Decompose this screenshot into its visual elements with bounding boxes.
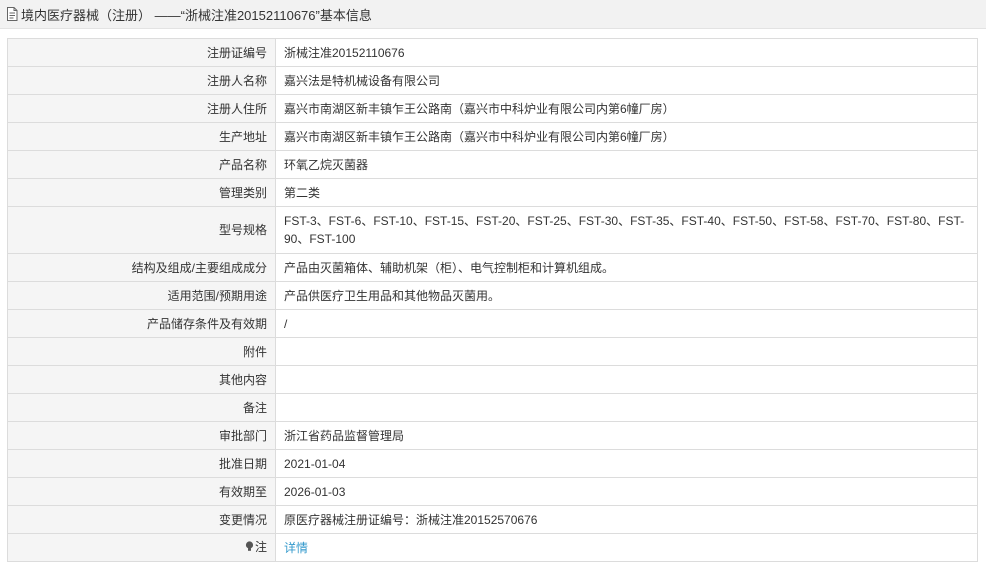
row-value-registrant-name: 嘉兴法是特机械设备有限公司 xyxy=(275,66,978,95)
row-label-management-category: 管理类别 xyxy=(7,178,276,207)
row-value-structure: 产品由灭菌箱体、辅助机架（柜）、电气控制柜和计算机组成。 xyxy=(275,253,978,282)
details-link[interactable]: 详情 xyxy=(284,541,308,555)
row-value-management-category: 第二类 xyxy=(275,178,978,207)
table-row: 注 详情 xyxy=(7,533,978,562)
table-row: 产品名称 环氧乙烷灭菌器 xyxy=(7,150,978,179)
row-value-intended-use: 产品供医疗卫生用品和其他物品灭菌用。 xyxy=(275,281,978,310)
table-row: 生产地址 嘉兴市南湖区新丰镇乍王公路南（嘉兴市中科炉业有限公司内第6幢厂房） xyxy=(7,122,978,151)
table-row: 变更情况 原医疗器械注册证编号：浙械注准20152570676 xyxy=(7,505,978,534)
row-value-registration-number: 浙械注准20152110676 xyxy=(275,38,978,67)
table-row: 结构及组成/主要组成成分 产品由灭菌箱体、辅助机架（柜）、电气控制柜和计算机组成。 xyxy=(7,253,978,282)
table-row: 有效期至 2026-01-03 xyxy=(7,477,978,506)
row-label-intended-use: 适用范围/预期用途 xyxy=(7,281,276,310)
row-label-registrant-address: 注册人住所 xyxy=(7,94,276,123)
table-row: 注册证编号 浙械注准20152110676 xyxy=(7,38,978,67)
table-row: 注册人住所 嘉兴市南湖区新丰镇乍王公路南（嘉兴市中科炉业有限公司内第6幢厂房） xyxy=(7,94,978,123)
row-label-approval-dept: 审批部门 xyxy=(7,421,276,450)
table-row: 产品储存条件及有效期 / xyxy=(7,309,978,338)
row-label-remarks: 备注 xyxy=(7,393,276,422)
row-label-valid-until: 有效期至 xyxy=(7,477,276,506)
row-label-attachment: 附件 xyxy=(7,337,276,366)
note-label: 注 xyxy=(254,540,267,554)
row-label-approval-date: 批准日期 xyxy=(7,449,276,478)
row-value-storage: / xyxy=(275,309,978,338)
row-value-note: 详情 xyxy=(275,533,978,562)
table-row: 批准日期 2021-01-04 xyxy=(7,449,978,478)
row-label-registrant-name: 注册人名称 xyxy=(7,66,276,95)
row-value-remarks xyxy=(275,393,978,422)
row-value-approval-date: 2021-01-04 xyxy=(275,449,978,478)
row-value-other xyxy=(275,365,978,394)
table-row: 备注 xyxy=(7,393,978,422)
lightbulb-icon xyxy=(245,539,254,557)
table-row: 审批部门 浙江省药品监督管理局 xyxy=(7,421,978,450)
table-row: 型号规格 FST-3、FST-6、FST-10、FST-15、FST-20、FST… xyxy=(7,206,978,254)
row-value-model-spec: FST-3、FST-6、FST-10、FST-15、FST-20、FST-25、… xyxy=(275,206,978,254)
row-value-product-name: 环氧乙烷灭菌器 xyxy=(275,150,978,179)
info-table: 注册证编号 浙械注准20152110676 注册人名称 嘉兴法是特机械设备有限公司 … xyxy=(7,38,978,562)
row-label-note: 注 xyxy=(7,533,276,562)
row-label-model-spec: 型号规格 xyxy=(7,206,276,254)
row-value-approval-dept: 浙江省药品监督管理局 xyxy=(275,421,978,450)
row-value-registrant-address: 嘉兴市南湖区新丰镇乍王公路南（嘉兴市中科炉业有限公司内第6幢厂房） xyxy=(275,94,978,123)
row-label-other: 其他内容 xyxy=(7,365,276,394)
table-row: 注册人名称 嘉兴法是特机械设备有限公司 xyxy=(7,66,978,95)
row-value-production-address: 嘉兴市南湖区新丰镇乍王公路南（嘉兴市中科炉业有限公司内第6幢厂房） xyxy=(275,122,978,151)
row-label-structure: 结构及组成/主要组成成分 xyxy=(7,253,276,282)
row-label-product-name: 产品名称 xyxy=(7,150,276,179)
table-row: 附件 xyxy=(7,337,978,366)
table-row: 其他内容 xyxy=(7,365,978,394)
page-title: 境内医疗器械（注册） ——“浙械注准20152110676”基本信息 xyxy=(21,7,372,23)
row-label-production-address: 生产地址 xyxy=(7,122,276,151)
row-label-storage: 产品储存条件及有效期 xyxy=(7,309,276,338)
table-row: 管理类别 第二类 xyxy=(7,178,978,207)
row-value-attachment xyxy=(275,337,978,366)
document-icon xyxy=(6,7,18,21)
row-value-valid-until: 2026-01-03 xyxy=(275,477,978,506)
row-label-registration-number: 注册证编号 xyxy=(7,38,276,67)
page-header: 境内医疗器械（注册） ——“浙械注准20152110676”基本信息 xyxy=(0,0,986,29)
table-row: 适用范围/预期用途 产品供医疗卫生用品和其他物品灭菌用。 xyxy=(7,281,978,310)
row-label-changes: 变更情况 xyxy=(7,505,276,534)
row-value-changes: 原医疗器械注册证编号：浙械注准20152570676 xyxy=(275,505,978,534)
